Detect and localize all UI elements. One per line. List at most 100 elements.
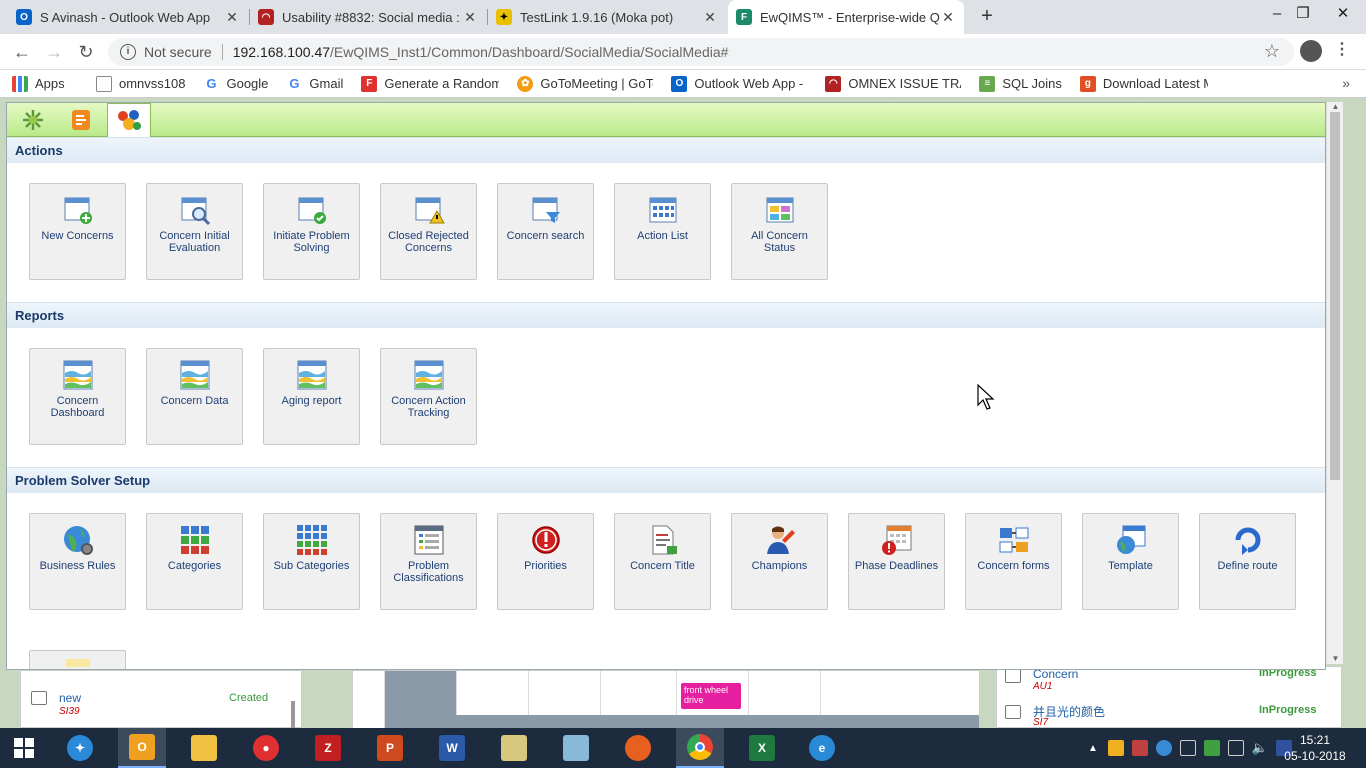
url-path: /EwQIMS_Inst1/Common/Dashboard/SocialMed…: [330, 44, 729, 60]
taskbar-notepad[interactable]: [552, 728, 600, 768]
bookmark-random[interactable]: F Generate a Random I: [361, 75, 499, 92]
browser-tab-outlook[interactable]: O S Avinash - Outlook Web App ✕: [8, 0, 248, 34]
tile-sub-categories[interactable]: Sub Categories: [263, 513, 360, 610]
url-text[interactable]: 192.168.100.47/EwQIMS_Inst1/Common/Dashb…: [233, 44, 729, 60]
browser-tab-usability[interactable]: ◠ Usability #8832: Social media : Pa ✕: [250, 0, 486, 34]
battery-icon[interactable]: [1227, 740, 1244, 756]
taskbar-clock[interactable]: 15:21 05-10-2018: [1280, 732, 1350, 764]
bookmark-omnvss108[interactable]: omnvss108: [96, 75, 185, 92]
tile-champions[interactable]: Champions: [731, 513, 828, 610]
tab-module-2[interactable]: [59, 103, 103, 137]
tile-priorities[interactable]: Priorities: [497, 513, 594, 610]
bookmark-download[interactable]: g Download Latest MP: [1079, 75, 1208, 92]
concern-item-title[interactable]: new: [59, 691, 81, 705]
tile-concern-forms[interactable]: Concern forms: [965, 513, 1062, 610]
concern-search-icon: [532, 197, 560, 223]
bookmark-label: Download Latest MP: [1102, 76, 1208, 91]
taskbar-filezilla[interactable]: Z: [304, 728, 352, 768]
chevron-up-icon[interactable]: ▲: [1088, 743, 1098, 754]
close-icon[interactable]: ✕: [940, 9, 956, 26]
page-icon: [96, 75, 112, 92]
taskbar-word[interactable]: W: [428, 728, 476, 768]
app-tray-icon[interactable]: [1203, 740, 1220, 756]
scroll-up-icon[interactable]: ▲: [1327, 102, 1344, 112]
tile-concern-initial-evaluation[interactable]: Concern Initial Evaluation: [146, 183, 243, 280]
tile-concern-action-tracking[interactable]: Concern Action Tracking: [380, 348, 477, 445]
sql-icon: ≡: [979, 75, 996, 92]
scroll-down-icon[interactable]: ▼: [1327, 654, 1344, 664]
close-window-button[interactable]: ✕: [1320, 0, 1366, 30]
bookmark-gmail[interactable]: G Gmail: [286, 75, 343, 92]
bookmarks-overflow-icon[interactable]: »: [1342, 75, 1350, 91]
taskbar-file-explorer[interactable]: [180, 728, 228, 768]
browser-menu-icon[interactable]: ⋮: [1334, 38, 1350, 62]
area-chart-icon: [63, 360, 92, 390]
tile-action-list[interactable]: Action List: [614, 183, 711, 280]
bookmark-gotomeeting[interactable]: ✿ GoToMeeting | GoTo: [517, 75, 653, 92]
scrollbar-thumb[interactable]: [1330, 112, 1340, 480]
shield-icon[interactable]: [1107, 740, 1124, 756]
tile-closed-rejected-concerns[interactable]: Closed Rejected Concerns: [380, 183, 477, 280]
tile-problem-classifications[interactable]: Problem Classifications: [380, 513, 477, 610]
vertical-scrollbar[interactable]: ▲ ▼: [1326, 102, 1343, 664]
tile-phase-deadlines[interactable]: Phase Deadlines: [848, 513, 945, 610]
flag-icon[interactable]: [1131, 740, 1148, 756]
taskbar-webex[interactable]: ●: [242, 728, 290, 768]
close-icon[interactable]: ✕: [462, 9, 478, 26]
tile-initiate-problem-solving[interactable]: Initiate Problem Solving: [263, 183, 360, 280]
tile-concern-title[interactable]: Concern Title: [614, 513, 711, 610]
tile-new-concerns[interactable]: New Concerns: [29, 183, 126, 280]
browser-tab-ewqims[interactable]: F EwQIMS™ - Enterprise-wide Qua ✕: [728, 0, 964, 34]
close-icon[interactable]: ✕: [702, 9, 718, 26]
bookmark-sql-joins[interactable]: ≡ SQL Joins: [979, 75, 1062, 92]
bookmark-google[interactable]: G Google: [203, 75, 268, 92]
info-icon[interactable]: i: [120, 44, 136, 60]
tile-template[interactable]: Template: [1082, 513, 1179, 610]
tab-title: EwQIMS™ - Enterprise-wide Qua: [760, 9, 940, 25]
scrollbar[interactable]: [291, 701, 295, 728]
reload-button[interactable]: ↻: [74, 40, 98, 64]
back-button[interactable]: ←: [10, 40, 34, 64]
status-badge: InProgress: [1259, 704, 1317, 716]
tile-define-route[interactable]: Define route: [1199, 513, 1296, 610]
bookmark-outlook[interactable]: O Outlook Web App - I: [671, 75, 807, 92]
tile-concern-search[interactable]: Concern search: [497, 183, 594, 280]
tile-business-rules[interactable]: Business Rules: [29, 513, 126, 610]
network-icon[interactable]: [1179, 740, 1196, 756]
calendar-event[interactable]: front wheel drive: [681, 683, 741, 709]
section-header-reports: Reports: [7, 302, 1325, 328]
browser-tab-testlink[interactable]: ✦ TestLink 1.9.16 (Moka pot) ✕: [488, 0, 726, 34]
tile-concern-data[interactable]: Concern Data: [146, 348, 243, 445]
tab-module-1[interactable]: [11, 103, 55, 137]
tile-concern-dashboard[interactable]: Concern Dashboard: [29, 348, 126, 445]
taskbar-notes[interactable]: [490, 728, 538, 768]
teamviewer-icon[interactable]: [1155, 740, 1172, 756]
taskbar-firefox[interactable]: [614, 728, 662, 768]
forms-icon: [999, 527, 1028, 553]
bookmark-star-icon[interactable]: ☆: [1264, 41, 1280, 62]
tile-aging-report[interactable]: Aging report: [263, 348, 360, 445]
close-icon[interactable]: ✕: [224, 9, 240, 26]
area-chart-icon: [180, 360, 209, 390]
address-bar[interactable]: i Not secure 192.168.100.47/EwQIMS_Inst1…: [108, 38, 1294, 66]
taskbar-excel[interactable]: X: [738, 728, 786, 768]
outlook-icon: O: [671, 75, 688, 92]
tile-categories[interactable]: Categories: [146, 513, 243, 610]
start-button[interactable]: [0, 728, 48, 768]
bookmark-omnex[interactable]: ◠ OMNEX ISSUE TRACK: [825, 75, 961, 92]
profile-avatar-icon[interactable]: [1300, 40, 1322, 62]
taskbar-outlook[interactable]: O: [118, 728, 166, 768]
url-host: 192.168.100.47: [232, 44, 331, 60]
taskbar-safari[interactable]: ✦: [56, 728, 104, 768]
forward-button[interactable]: →: [42, 40, 66, 64]
volume-icon[interactable]: 🔈: [1252, 740, 1268, 756]
tile-all-concern-status[interactable]: All Concern Status: [731, 183, 828, 280]
bookmark-apps[interactable]: Apps: [12, 75, 78, 92]
taskbar-chrome[interactable]: [676, 728, 724, 768]
tab-social-media[interactable]: [107, 103, 151, 138]
taskbar-powerpoint[interactable]: P: [366, 728, 414, 768]
taskbar-ie[interactable]: e: [798, 728, 846, 768]
tile-partial[interactable]: [29, 650, 126, 669]
new-tab-button[interactable]: +: [976, 5, 998, 27]
new-concern-icon: [64, 197, 92, 224]
